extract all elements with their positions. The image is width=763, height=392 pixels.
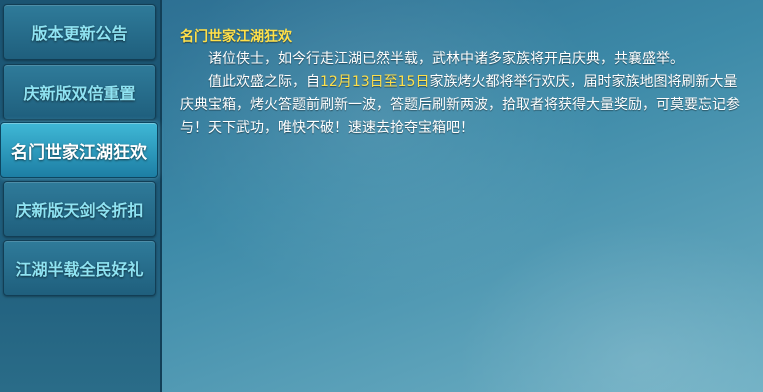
tab-double-reset[interactable]: 庆新版双倍重置 bbox=[3, 64, 156, 120]
tab-half-year-gift[interactable]: 江湖半载全民好礼 bbox=[3, 240, 156, 296]
tab-tianjianling-discount[interactable]: 庆新版天剑令折扣 bbox=[3, 181, 156, 237]
announcement-sidebar: 版本更新公告 庆新版双倍重置 名门世家江湖狂欢 庆新版天剑令折扣 江湖半载全民好… bbox=[0, 0, 162, 392]
tab-family-carnival[interactable]: 名门世家江湖狂欢 bbox=[0, 122, 158, 178]
paragraph-text: 值此欢盛之际，自 bbox=[208, 74, 320, 90]
announcement-paragraph-1: 诸位侠士，如今行走江湖已然半载，武林中诸多家族将开启庆典，共襄盛举。 bbox=[208, 51, 684, 67]
tab-label: 庆新版天剑令折扣 bbox=[15, 201, 144, 220]
announcement-paragraph-2: 值此欢盛之际，自12月13日至15日家族烤火都将举行欢庆，届时家族地图将刷新大量… bbox=[180, 71, 743, 140]
tab-label: 江湖半载全民好礼 bbox=[15, 260, 144, 279]
tab-version-update[interactable]: 版本更新公告 bbox=[3, 4, 156, 60]
tab-label: 版本更新公告 bbox=[31, 24, 128, 43]
tab-label: 庆新版双倍重置 bbox=[23, 84, 136, 103]
announcement-content: 名门世家江湖狂欢 诸位侠士，如今行走江湖已然半载，武林中诸多家族将开启庆典，共襄… bbox=[166, 4, 759, 388]
announcement-title: 名门世家江湖狂欢 bbox=[180, 29, 292, 45]
tab-label: 名门世家江湖狂欢 bbox=[11, 142, 147, 163]
event-date-highlight: 12月13日至15日 bbox=[320, 74, 430, 90]
